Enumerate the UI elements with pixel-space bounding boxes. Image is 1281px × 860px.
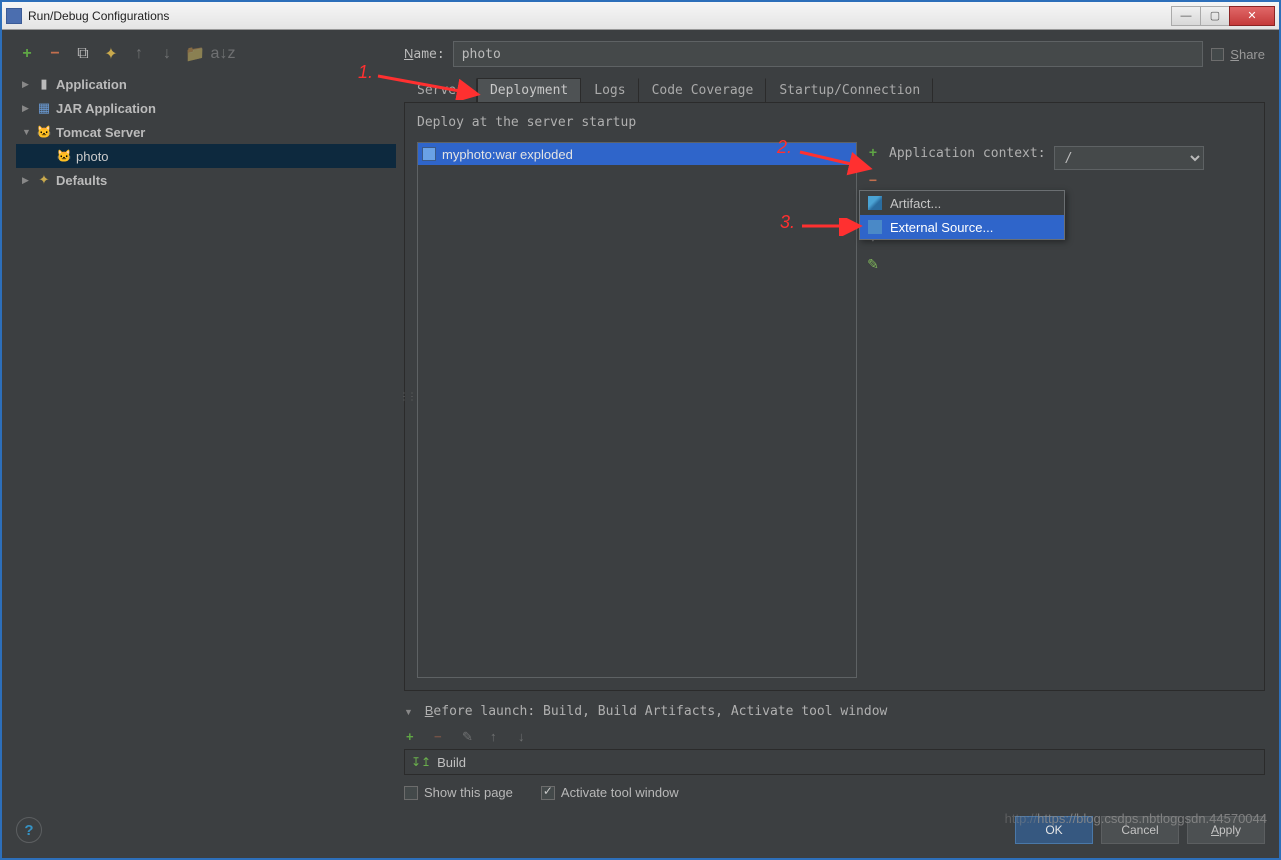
before-launch-list[interactable]: ↧↥ Build [404,749,1265,775]
tomcat-run-icon: 🐱 [56,148,72,164]
checkbox-checked-icon [541,786,555,800]
minimize-button[interactable]: — [1171,6,1201,26]
add-deploy-popup: Artifact... External Source... [859,190,1065,240]
maximize-button[interactable]: ▢ [1200,6,1230,26]
grip-icon[interactable]: ⋮⋮ [399,391,415,402]
before-edit-icon[interactable]: ✎ [462,729,476,743]
deployment-panel: ⋮⋮ Deploy at the server startup myphoto:… [404,103,1265,691]
folder-icon[interactable]: 📁 [186,45,204,63]
remove-config-icon[interactable]: − [46,45,64,63]
tree-item-defaults[interactable]: ▶ ✦ Defaults [16,168,396,192]
close-button[interactable]: ✕ [1229,6,1275,26]
share-checkbox[interactable]: Share [1211,47,1265,62]
chevron-down-icon: ▼ [22,127,32,137]
tab-logs[interactable]: Logs [581,78,638,102]
before-add-icon[interactable]: + [406,729,420,743]
dialog-body: + − ⧉ ✦ ↑ ↓ 📁 a↓z ▶ ▮ Application ▶ ▦ JA… [4,30,1277,856]
before-down-icon[interactable]: ↓ [518,729,532,743]
tab-deployment[interactable]: Deployment [477,78,581,102]
tab-code-coverage[interactable]: Code Coverage [639,78,767,102]
artifact-icon [868,196,882,210]
tree-item-jar-application[interactable]: ▶ ▦ JAR Application [16,96,396,120]
titlebar: Run/Debug Configurations — ▢ ✕ [2,2,1279,30]
defaults-icon: ✦ [36,172,52,188]
config-tree: ▶ ▮ Application ▶ ▦ JAR Application ▼ 🐱 … [16,68,396,800]
name-input[interactable] [453,41,1204,67]
deploy-list[interactable]: myphoto:war exploded [417,142,857,678]
remove-deploy-icon[interactable]: − [865,172,881,188]
deploy-item[interactable]: myphoto:war exploded [418,143,856,165]
tab-server[interactable]: Server [404,78,477,102]
name-row: Name: Share [404,40,1265,68]
config-toolbar: + − ⧉ ✦ ↑ ↓ 📁 a↓z [16,40,396,68]
app-context-select[interactable]: / [1054,146,1204,170]
jar-type-icon: ▦ [36,100,52,116]
activate-tool-window-checkbox[interactable]: Activate tool window [541,785,679,800]
share-box-icon [1211,48,1224,61]
popup-external-source[interactable]: External Source... [860,215,1064,239]
tab-bar: Server Deployment Logs Code Coverage Sta… [404,78,1265,103]
show-this-page-checkbox[interactable]: Show this page [404,785,513,800]
edit-deploy-icon[interactable]: ✎ [865,256,881,272]
chevron-right-icon: ▶ [22,79,32,90]
settings-icon[interactable]: ✦ [102,45,120,63]
app-context-label: Application context: [889,146,1046,161]
move-down-icon[interactable]: ↓ [158,45,176,63]
tomcat-icon: 🐱 [36,124,52,140]
before-launch-title[interactable]: ▼ Before launch: Build, Build Artifacts,… [404,703,1265,719]
help-button[interactable]: ? [16,817,42,843]
sort-icon[interactable]: a↓z [214,45,232,63]
tree-item-tomcat-server[interactable]: ▼ 🐱 Tomcat Server [16,120,396,144]
chevron-right-icon: ▶ [22,103,32,114]
deploy-section-title: Deploy at the server startup [417,115,1252,130]
before-remove-icon[interactable]: − [434,729,448,743]
move-up-icon[interactable]: ↑ [130,45,148,63]
external-source-icon [868,220,882,234]
tree-item-photo[interactable]: 🐱 photo [16,144,396,168]
name-label: Name: [404,46,445,62]
chevron-down-icon: ▼ [404,707,413,717]
popup-artifact[interactable]: Artifact... [860,191,1064,215]
right-column: Name: Share Server Deployment Logs Code … [404,40,1265,800]
before-up-icon[interactable]: ↑ [490,729,504,743]
add-deploy-icon[interactable]: + [865,144,881,160]
checkbox-icon [404,786,418,800]
app-type-icon: ▮ [36,76,52,92]
window-title: Run/Debug Configurations [28,9,1172,23]
watermark: http://https://blog.csdps.nbtloggsdn.445… [1005,811,1267,826]
add-config-icon[interactable]: + [18,45,36,63]
chevron-right-icon: ▶ [22,175,32,186]
app-icon [6,8,22,24]
tree-item-application[interactable]: ▶ ▮ Application [16,72,396,96]
left-column: + − ⧉ ✦ ↑ ↓ 📁 a↓z ▶ ▮ Application ▶ ▦ JA… [16,40,396,800]
build-icon: ↧↥ [411,755,431,769]
artifact-icon [422,147,436,161]
before-launch-section: ▼ Before launch: Build, Build Artifacts,… [404,703,1265,800]
copy-config-icon[interactable]: ⧉ [74,45,92,63]
tab-startup-connection[interactable]: Startup/Connection [766,78,933,102]
